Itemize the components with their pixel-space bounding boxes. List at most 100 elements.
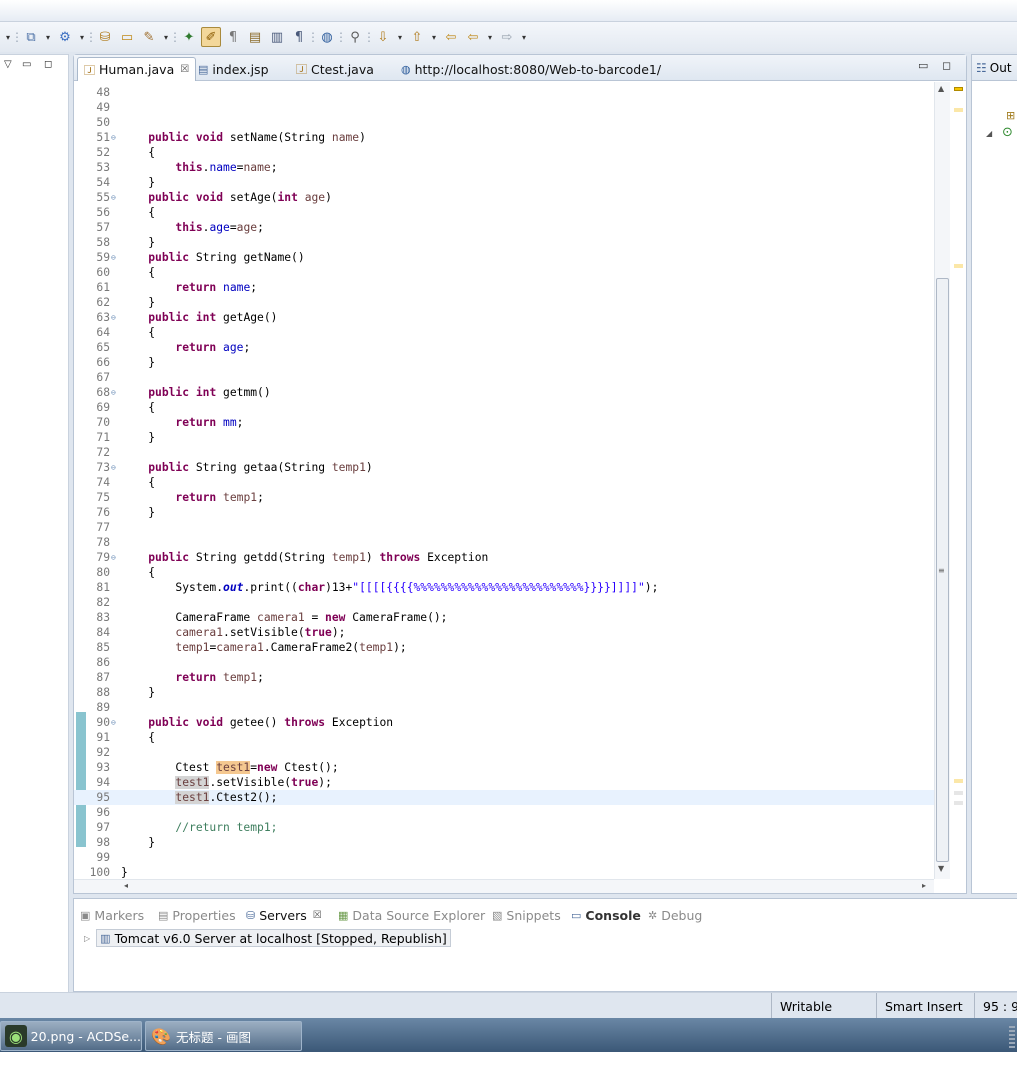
code-line[interactable]: 81 System.out.print((char)13+"[[[[{{{{%%… <box>74 580 934 595</box>
run-icon[interactable]: ⚙ <box>55 27 75 47</box>
code-line[interactable]: 49 <box>74 100 934 115</box>
code-line[interactable]: 87 return temp1; <box>74 670 934 685</box>
new-wizard-icon[interactable]: ⧉ <box>21 27 41 47</box>
code-line[interactable]: 82 <box>74 595 934 610</box>
code-line[interactable]: 61 return name; <box>74 280 934 295</box>
close-icon[interactable]: ☒ <box>180 64 189 75</box>
occurrence-marker[interactable] <box>954 779 963 783</box>
scroll-down-icon[interactable]: ▼ <box>938 864 944 873</box>
code-editor[interactable]: 48 49 50 51 ⊖ public void setName(String nam… <box>74 82 934 879</box>
code-line[interactable]: 62 } <box>74 295 934 310</box>
tab-servers[interactable]: ⛁ Servers ☒ <box>246 905 322 925</box>
tab-markers[interactable]: ▣ Markers <box>80 905 144 925</box>
occurrence-marker[interactable] <box>954 108 963 112</box>
tab-index-jsp[interactable]: ▤ index.jsp <box>192 57 275 81</box>
fold-toggle-icon[interactable]: ⊖ <box>111 250 120 265</box>
tab-data-source-explorer[interactable]: ▦ Data Source Explorer <box>338 905 485 925</box>
back-icon[interactable]: ⇦ <box>463 27 483 47</box>
toolbar-dropdown[interactable]: ▾ <box>485 27 495 47</box>
tab-snippets[interactable]: ▧ Snippets <box>492 905 561 925</box>
class-icon[interactable]: ⊙ <box>1002 125 1013 140</box>
scroll-left-icon[interactable]: ◂ <box>124 881 128 890</box>
code-line[interactable]: 48 <box>74 85 934 100</box>
show-block-icon[interactable]: ¶ <box>289 27 309 47</box>
code-line[interactable]: 97 //return temp1; <box>74 820 934 835</box>
view-menu-icon[interactable]: ▽ <box>4 59 12 70</box>
code-line[interactable]: 91 { <box>74 730 934 745</box>
code-line[interactable]: 51 ⊖ public void setName(String name) <box>74 130 934 145</box>
fold-toggle-icon[interactable]: ⊖ <box>111 385 120 400</box>
code-line[interactable]: 55 ⊖ public void setAge(int age) <box>74 190 934 205</box>
outline-header[interactable]: ☷ Out <box>972 55 1017 81</box>
server-row[interactable]: ▷ ▥ Tomcat v6.0 Server at localhost [Sto… <box>84 929 451 947</box>
code-line[interactable]: 92 <box>74 745 934 760</box>
code-line[interactable]: 83 CameraFrame camera1 = new CameraFrame… <box>74 610 934 625</box>
code-line[interactable]: 70 return mm; <box>74 415 934 430</box>
occurrence-marker[interactable] <box>954 264 963 268</box>
code-line[interactable]: 76 } <box>74 505 934 520</box>
code-line[interactable]: 89 <box>74 700 934 715</box>
code-line[interactable]: 66 } <box>74 355 934 370</box>
resize-grip[interactable] <box>1009 1026 1015 1048</box>
code-line[interactable]: 53 this.name=name; <box>74 160 934 175</box>
show-whitespace-icon[interactable]: ¶ <box>223 27 243 47</box>
code-line[interactable]: 93 Ctest test1=new Ctest(); <box>74 760 934 775</box>
code-line[interactable]: 68 ⊖ public int getmm() <box>74 385 934 400</box>
code-line[interactable]: 63 ⊖ public int getAge() <box>74 310 934 325</box>
horizontal-scrollbar[interactable]: ◂ ▸ <box>74 879 934 893</box>
fold-toggle-icon[interactable]: ⊖ <box>111 460 120 475</box>
code-line[interactable]: 100} <box>74 865 934 879</box>
toolbar-dropdown[interactable]: ▾ <box>519 27 529 47</box>
code-line[interactable]: 98 } <box>74 835 934 850</box>
import-icon[interactable]: ⊞ <box>1006 109 1015 122</box>
globe-icon[interactable]: ◍ <box>317 27 337 47</box>
toolbar-dropdown[interactable]: ▾ <box>43 27 53 47</box>
toggle-breakpoint-icon[interactable]: ✦ <box>179 27 199 47</box>
code-line[interactable]: 86 <box>74 655 934 670</box>
server-item[interactable]: ▥ Tomcat v6.0 Server at localhost [Stopp… <box>96 929 451 947</box>
last-edit-icon[interactable]: ⇦ <box>441 27 461 47</box>
code-line[interactable]: 99 <box>74 850 934 865</box>
code-line[interactable]: 74 { <box>74 475 934 490</box>
overview-ruler[interactable] <box>950 82 966 879</box>
code-line[interactable]: 72 <box>74 445 934 460</box>
close-icon[interactable]: ☒ <box>313 910 322 921</box>
minimize-icon[interactable]: ▭ <box>22 59 31 70</box>
code-line[interactable]: 54 } <box>74 175 934 190</box>
fold-toggle-icon[interactable]: ⊖ <box>111 190 120 205</box>
scroll-up-icon[interactable]: ▲ <box>938 84 944 93</box>
fold-toggle-icon[interactable]: ⊖ <box>111 310 120 325</box>
code-line[interactable]: 95 test1.Ctest2(); <box>74 790 934 805</box>
open-resource-icon[interactable]: ▭ <box>117 27 137 47</box>
code-line[interactable]: 88 } <box>74 685 934 700</box>
code-line[interactable]: 52 { <box>74 145 934 160</box>
tab-properties[interactable]: ▤ Properties <box>158 905 236 925</box>
code-line[interactable]: 57 this.age=age; <box>74 220 934 235</box>
code-line[interactable]: 96 <box>74 805 934 820</box>
code-line[interactable]: 60 { <box>74 265 934 280</box>
open-type-icon[interactable]: ⛁ <box>95 27 115 47</box>
minimize-icon[interactable]: ▭ <box>918 59 928 72</box>
maximize-icon[interactable]: ◻ <box>942 59 951 72</box>
code-line[interactable]: 67 <box>74 370 934 385</box>
next-annotation-icon[interactable]: ⇩ <box>373 27 393 47</box>
tab-browser[interactable]: ◍ http://localhost:8080/Web-to-barcode1/ <box>395 57 667 81</box>
maximize-icon[interactable]: ◻ <box>44 59 52 70</box>
code-line[interactable]: 75 return temp1; <box>74 490 934 505</box>
show-annotations-icon[interactable]: ▥ <box>267 27 287 47</box>
tab-ctest-java[interactable]: 🄹 Ctest.java <box>290 57 380 81</box>
code-line[interactable]: 71 } <box>74 430 934 445</box>
expand-icon[interactable]: ▷ <box>84 934 90 943</box>
fold-toggle-icon[interactable]: ⊖ <box>111 130 120 145</box>
code-line[interactable]: 58 } <box>74 235 934 250</box>
expand-icon[interactable]: ◢ <box>986 129 992 138</box>
code-line[interactable]: 85 temp1=camera1.CameraFrame2(temp1); <box>74 640 934 655</box>
occurrence-marker[interactable] <box>954 791 963 795</box>
code-line[interactable]: 73 ⊖ public String getaa(String temp1) <box>74 460 934 475</box>
fold-toggle-icon[interactable]: ⊖ <box>111 550 120 565</box>
code-line[interactable]: 69 { <box>74 400 934 415</box>
taskbar-item-acdsee[interactable]: ◉ 20.png - ACDSe... <box>0 1021 142 1051</box>
occurrence-marker[interactable] <box>954 801 963 805</box>
tab-debug[interactable]: ✲ Debug <box>648 905 702 925</box>
code-line[interactable]: 94 test1.setVisible(true); <box>74 775 934 790</box>
